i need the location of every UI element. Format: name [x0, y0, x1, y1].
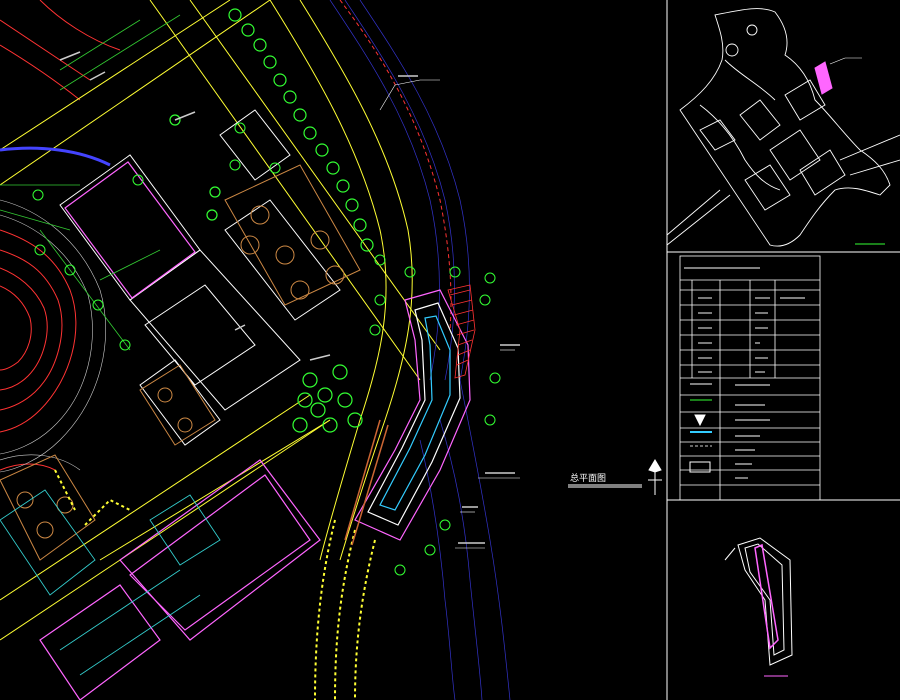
- cyan-buildings: [0, 489, 221, 676]
- mini-building-highlight: [754, 543, 779, 650]
- cad-drawing: 总平面图: [0, 0, 900, 700]
- site-plan: [0, 0, 662, 700]
- key-plan-highlight: [814, 61, 833, 95]
- sports-courts-left: [0, 454, 96, 561]
- riverbank-lines: [329, 0, 511, 700]
- key-plan: [666, 8, 900, 247]
- road-network: [0, 0, 441, 641]
- tree-row: [169, 8, 374, 433]
- leader-lines: [379, 79, 520, 549]
- walkway: [54, 469, 376, 700]
- walkway-orange: [344, 419, 389, 546]
- north-arrow-icon: [648, 459, 662, 495]
- green-lines: [0, 14, 181, 351]
- terrain-contours: [0, 0, 121, 471]
- buildings-magenta: [39, 161, 321, 700]
- plan-title: 总平面图: [570, 472, 606, 484]
- title-underline: [568, 484, 642, 488]
- mini-building-plan: [724, 537, 793, 666]
- water-channel: [0, 146, 111, 167]
- key-plan-leader: [829, 57, 862, 65]
